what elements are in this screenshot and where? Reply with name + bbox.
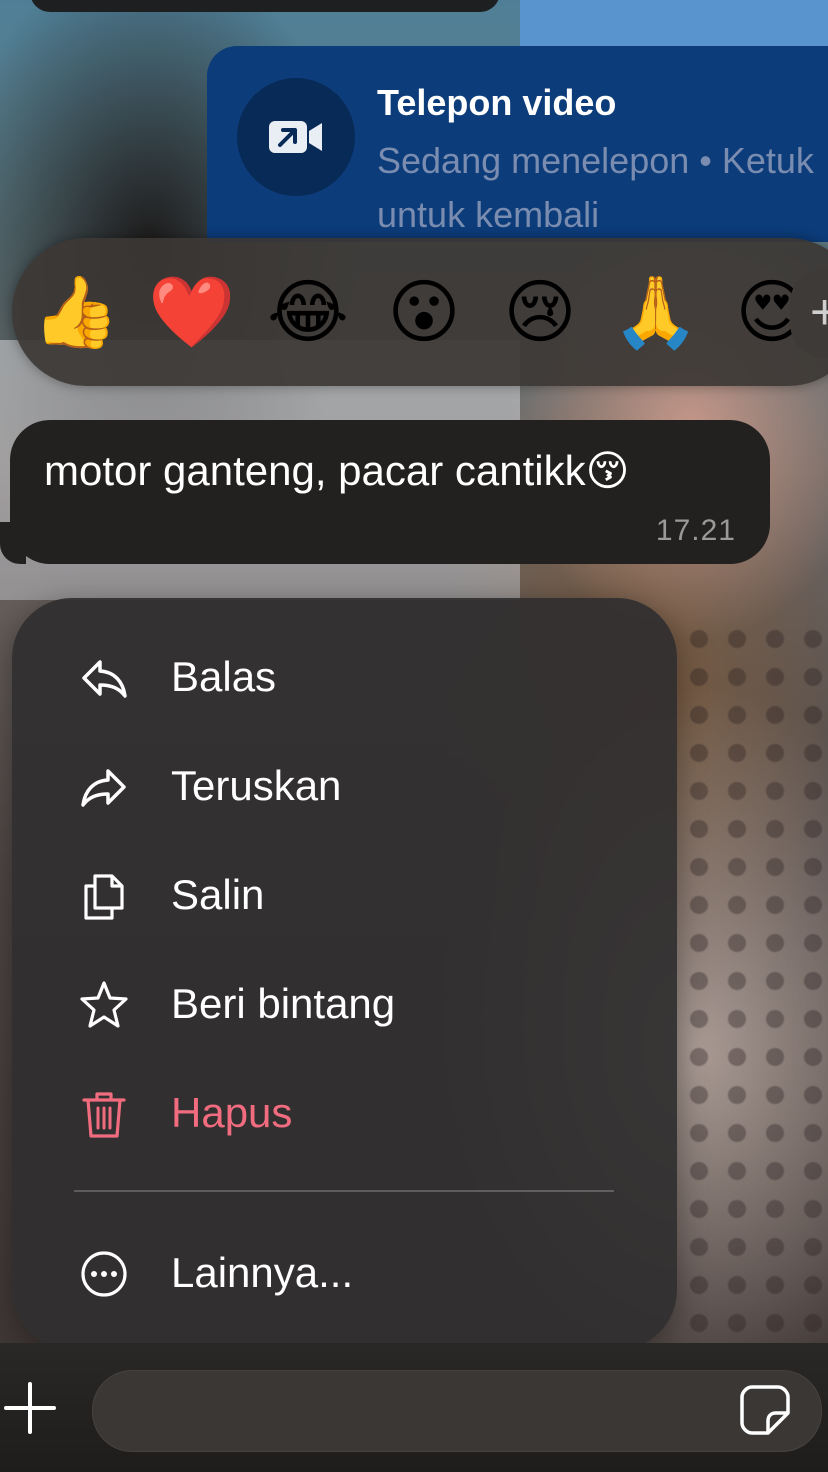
plus-icon: + bbox=[810, 284, 828, 340]
call-title: Telepon video bbox=[377, 82, 617, 123]
menu-label-more: Lainnya... bbox=[171, 1249, 354, 1296]
more-icon bbox=[81, 1251, 127, 1297]
message-time: 17.21 bbox=[655, 514, 736, 547]
menu-label-copy: Salin bbox=[171, 871, 265, 918]
forward-icon bbox=[81, 769, 126, 807]
menu-item-delete[interactable]: Hapus bbox=[12, 1064, 677, 1160]
message-input[interactable] bbox=[92, 1370, 822, 1452]
menu-item-more[interactable]: Lainnya... bbox=[12, 1224, 677, 1320]
star-icon bbox=[80, 981, 128, 1028]
reaction-surprised[interactable]: 😮 bbox=[376, 268, 472, 356]
reaction-pray[interactable]: 🙏 bbox=[608, 268, 704, 356]
video-call-banner[interactable]: Telepon video Sedang menelepon • Ketuk u… bbox=[207, 46, 828, 242]
menu-label-star: Beri bintang bbox=[171, 980, 396, 1027]
menu-label-reply: Balas bbox=[171, 653, 277, 700]
menu-label-delete: Hapus bbox=[171, 1089, 293, 1136]
menu-item-copy[interactable]: Salin bbox=[12, 846, 677, 942]
menu-divider bbox=[74, 1190, 614, 1192]
video-call-icon bbox=[237, 78, 355, 196]
menu-item-star[interactable]: Beri bintang bbox=[12, 955, 677, 1051]
reaction-thumbs-up[interactable]: 👍 bbox=[28, 268, 124, 356]
message-text: motor ganteng, pacar cantikk😚 bbox=[44, 447, 630, 494]
message-context-menu: Balas Teruskan Salin Beri bintang Hapus bbox=[12, 598, 677, 1350]
message-bubble[interactable]: motor ganteng, pacar cantikk😚 17.21 bbox=[10, 420, 770, 564]
menu-label-forward: Teruskan bbox=[171, 762, 342, 809]
trash-icon bbox=[82, 1092, 126, 1138]
reaction-bar: 👍 ❤️ 😂 😮 😢 🙏 😍 bbox=[12, 238, 828, 386]
reaction-sad[interactable]: 😢 bbox=[492, 268, 588, 356]
sticker-icon[interactable] bbox=[738, 1383, 792, 1437]
reaction-heart[interactable]: ❤️ bbox=[144, 268, 240, 356]
copy-icon bbox=[84, 874, 124, 920]
reaction-laugh[interactable]: 😂 bbox=[260, 268, 356, 356]
menu-item-reply[interactable]: Balas bbox=[12, 628, 677, 724]
menu-item-forward[interactable]: Teruskan bbox=[12, 737, 677, 833]
call-subtitle: Sedang menelepon • Ketuk untuk kembali bbox=[377, 140, 814, 235]
plus-icon[interactable] bbox=[0, 1378, 60, 1438]
reply-icon bbox=[82, 660, 127, 698]
